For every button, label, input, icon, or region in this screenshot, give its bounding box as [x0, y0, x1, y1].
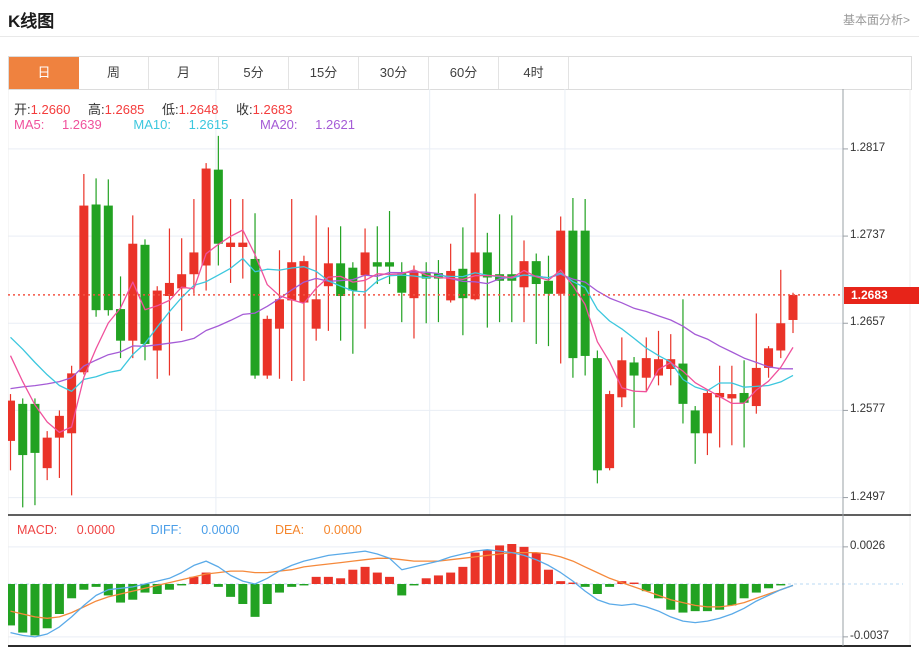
macd-legend: MACD: 0.0000 DIFF: 0.0000 DEA: 0.0000 [17, 523, 394, 537]
dea-readout: DEA: 0.0000 [274, 523, 362, 537]
fundamental-analysis-link[interactable]: 基本面分析> [843, 11, 910, 28]
header-divider [0, 36, 919, 37]
tab-interval-5[interactable]: 30分 [359, 57, 429, 89]
page-title: K线图 [8, 12, 55, 31]
tab-interval-2[interactable]: 月 [149, 57, 219, 89]
tab-interval-0[interactable]: 日 [9, 57, 79, 89]
open-label: 开: [14, 102, 31, 117]
tab-interval-3[interactable]: 5分 [219, 57, 289, 89]
open-value: 1.2660 [30, 102, 71, 117]
y-axis-tick: 1.2497 [850, 490, 886, 503]
ma5-readout: MA5: 1.2639 [14, 117, 102, 132]
high-value: 1.2685 [104, 102, 145, 117]
tab-interval-6[interactable]: 60分 [429, 57, 499, 89]
macd-readout: MACD: 0.0000 [17, 523, 115, 537]
ma20-readout: MA20: 1.2621 [259, 117, 355, 132]
close-label: 收: [236, 102, 253, 117]
y-axis-tick: 1.2817 [850, 141, 886, 154]
kline-chart[interactable]: 1.2817 1.2737 1.2657 1.2577 1.2497 0.0026 -0.0… [8, 89, 911, 647]
y-axis-tick: 1.2657 [850, 316, 886, 329]
low-label: 低: [162, 102, 179, 117]
last-price-badge: 1.2683 [844, 287, 919, 304]
interval-tabbar: 日周月 5分 15分 30分 60分 4时 [8, 56, 912, 90]
ma-legend: MA5: 1.2639 MA10: 1.2615 MA20: 1.2621 [14, 117, 383, 132]
close-value: 1.2683 [252, 102, 293, 117]
y-axis-tick: 0.0026 [850, 539, 886, 552]
ohlc-readout: 开:1.2660 高:1.2685 低:1.2648 收:1.2683 [14, 99, 306, 118]
tab-interval-1[interactable]: 周 [79, 57, 149, 89]
y-axis-tick: 1.2737 [850, 229, 886, 242]
tab-interval-7[interactable]: 4时 [499, 57, 569, 89]
y-axis-tick: 1.2577 [850, 403, 886, 416]
high-label: 高: [88, 102, 105, 117]
y-axis-tick: -0.0037 [850, 629, 890, 642]
tab-interval-4[interactable]: 15分 [289, 57, 359, 89]
diff-readout: DIFF: 0.0000 [150, 523, 240, 537]
low-value: 1.2648 [178, 102, 219, 117]
ma10-readout: MA10: 1.2615 [133, 117, 229, 132]
kline-chart-canvas[interactable] [8, 89, 911, 647]
